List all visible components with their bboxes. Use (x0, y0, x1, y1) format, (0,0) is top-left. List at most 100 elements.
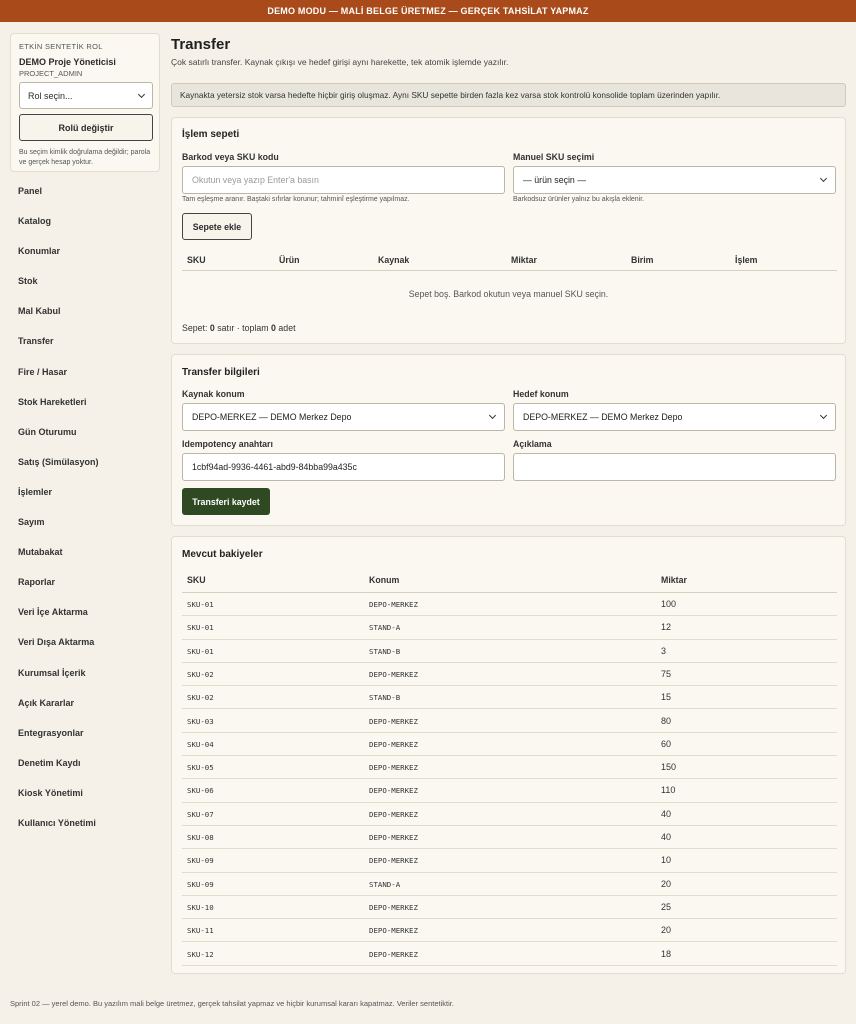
balances-card: Mevcut bakiyeler SKU Konum Miktar SKU-01… (171, 536, 846, 974)
table-row: SKU-08 DEPO-MERKEZ 40 (182, 826, 837, 850)
role-select[interactable]: Rol seçin... (19, 82, 153, 109)
manual-sku-label: Manuel SKU seçimi (513, 152, 595, 162)
sidebar-item-4[interactable]: Mal Kabul (18, 306, 99, 336)
balance-quantity: 20 (661, 878, 672, 889)
sidebar-item-16[interactable]: Kurumsal İçerik (18, 668, 99, 698)
balances-col-location: Konum (369, 575, 400, 585)
target-select[interactable]: DEPO-MERKEZ — DEMO Merkez Depo (513, 403, 836, 431)
sidebar-item-5[interactable]: Transfer (18, 336, 99, 366)
target-value: DEPO-MERKEZ — DEMO Merkez Depo (523, 412, 683, 422)
barcode-hint: Tam eşleşme aranır. Baştaki sıfırlar kor… (182, 196, 410, 203)
balance-location: STAND-B (369, 646, 401, 656)
table-row: SKU-04 DEPO-MERKEZ 60 (182, 733, 837, 757)
table-row: SKU-09 STAND-A 20 (182, 873, 837, 896)
role-kicker: ETKİN SENTETİK ROL (19, 42, 103, 51)
balance-location: DEPO-MERKEZ (369, 763, 418, 773)
balances-title: Mevcut bakiyeler (182, 549, 263, 560)
idempotency-label: Idempotency anahtarı (182, 439, 273, 449)
cart-summary: Sepet: 0 satır · toplam 0 adet (182, 323, 296, 333)
sidebar-item-8[interactable]: Gün Oturumu (18, 427, 99, 457)
balance-quantity: 75 (661, 668, 672, 679)
barcode-input[interactable]: Okutun veya yazıp Enter'a basın (182, 166, 505, 194)
balance-quantity: 100 (661, 599, 677, 609)
description-label: Açıklama (513, 439, 552, 449)
sidebar-item-3[interactable]: Stok (18, 276, 99, 306)
balance-location: DEPO-MERKEZ (369, 809, 418, 819)
balance-location: DEPO-MERKEZ (369, 926, 418, 936)
sidebar-item-19[interactable]: Denetim Kaydı (18, 758, 99, 788)
sidebar-item-10[interactable]: İşlemler (18, 487, 99, 517)
manual-sku-select[interactable]: — ürün seçin — (513, 166, 836, 194)
barcode-label: Barkod veya SKU kodu (182, 152, 279, 162)
balance-quantity: 40 (661, 808, 672, 819)
sidebar-item-1[interactable]: Katalog (18, 216, 99, 246)
source-value: DEPO-MERKEZ — DEMO Merkez Depo (192, 412, 352, 422)
sidebar-item-17[interactable]: Açık Kararlar (18, 698, 99, 728)
balance-location: DEPO-MERKEZ (369, 902, 418, 912)
sidebar-item-0[interactable]: Panel (18, 186, 99, 216)
sidebar-nav: Panel Katalog Konumlar Stok Mal Kabul Transfe… (18, 186, 99, 848)
balance-quantity: 12 (661, 622, 672, 633)
transfer-title: Transfer bilgileri (182, 367, 260, 378)
cart-col-quantity: Miktar (511, 255, 537, 265)
balance-location: DEPO-MERKEZ (369, 949, 418, 959)
sidebar-item-20[interactable]: Kiosk Yönetimi (18, 788, 99, 818)
cart-col-product: Ürün (279, 255, 300, 265)
sidebar-item-6[interactable]: Fire / Hasar (18, 367, 99, 397)
table-row: SKU-11 DEPO-MERKEZ 20 (182, 919, 837, 943)
cart-total-count: 0 (271, 323, 276, 333)
balance-sku: SKU-02 (187, 693, 214, 703)
balance-quantity: 10 (661, 855, 672, 866)
cart-row-count: 0 (209, 323, 215, 333)
sidebar-item-2[interactable]: Konumlar (18, 246, 99, 276)
role-code: PROJECT_ADMIN (19, 69, 83, 78)
cart-col-unit: Birim (631, 255, 654, 265)
manual-sku-value: — ürün seçin — (523, 175, 587, 185)
source-select[interactable]: DEPO-MERKEZ — DEMO Merkez Depo (182, 403, 505, 431)
chevron-down-icon (819, 411, 828, 420)
description-input[interactable] (513, 453, 836, 481)
cart-rows-word: satır · toplam (217, 323, 269, 333)
table-row: SKU-03 DEPO-MERKEZ 80 (182, 710, 837, 733)
save-transfer-button[interactable]: Transferi kaydet (182, 488, 270, 515)
sidebar-item-13[interactable]: Raporlar (18, 577, 99, 607)
balance-quantity: 3 (661, 645, 667, 656)
role-select-value: Rol seçin... (28, 90, 73, 101)
role-note: Bu seçim kimlik doğrulama değildir; paro… (19, 149, 151, 166)
sidebar-item-9[interactable]: Satış (Simülasyon) (18, 457, 99, 487)
cart-title: İşlem sepeti (182, 129, 240, 140)
table-row: SKU-10 DEPO-MERKEZ 25 (182, 896, 837, 920)
table-row: SKU-01 DEPO-MERKEZ 100 (182, 593, 837, 617)
sidebar-item-7[interactable]: Stok Hareketleri (18, 397, 99, 427)
add-to-cart-button[interactable]: Sepete ekle (182, 213, 252, 240)
table-row: SKU-02 DEPO-MERKEZ 75 (182, 663, 837, 687)
sidebar-item-11[interactable]: Sayım (18, 517, 99, 547)
page-subtitle: Çok satırlı transfer. Kaynak çıkışı ve h… (171, 57, 509, 67)
table-row: SKU-05 DEPO-MERKEZ 150 (182, 756, 837, 780)
change-role-button[interactable]: Rolü değiştir (19, 114, 153, 141)
balance-quantity: 150 (661, 762, 677, 773)
balance-location: STAND-B (369, 693, 401, 703)
cart-summary-prefix: Sepet: (182, 323, 208, 333)
balance-location: STAND-A (369, 623, 401, 633)
sidebar-item-18[interactable]: Entegrasyonlar (18, 728, 99, 758)
table-row: SKU-06 DEPO-MERKEZ 110 (182, 779, 837, 803)
transfer-card: Transfer bilgileri Kaynak konum DEPO-MER… (171, 354, 846, 526)
balance-location: STAND-A (369, 879, 401, 889)
role-name: DEMO Proje Yöneticisi (19, 57, 116, 67)
sidebar-item-21[interactable]: Kullanıcı Yönetimi (18, 818, 99, 848)
balance-sku: SKU-03 (187, 716, 214, 726)
source-label: Kaynak konum (182, 389, 245, 399)
cart-empty-text: Sepet boş. Barkod okutun veya manuel SKU… (408, 289, 609, 299)
sidebar-item-12[interactable]: Mutabakat (18, 547, 99, 577)
sidebar-item-14[interactable]: Veri İçe Aktarma (18, 607, 99, 637)
idempotency-input[interactable]: 1cbf94ad-9936-4461-abd9-84bba99a435c (182, 453, 505, 481)
table-row: SKU-12 DEPO-MERKEZ 18 (182, 943, 837, 966)
balance-sku: SKU-10 (187, 902, 214, 912)
table-row: SKU-01 STAND-B 3 (182, 640, 837, 663)
footer-note: Sprint 02 — yerel demo. Bu yazılım mali … (10, 999, 454, 1008)
cart-col-action: İşlem (735, 255, 758, 265)
table-row: SKU-09 DEPO-MERKEZ 10 (182, 849, 837, 873)
barcode-placeholder: Okutun veya yazıp Enter'a basın (192, 175, 319, 185)
sidebar-item-15[interactable]: Veri Dışa Aktarma (18, 637, 99, 667)
